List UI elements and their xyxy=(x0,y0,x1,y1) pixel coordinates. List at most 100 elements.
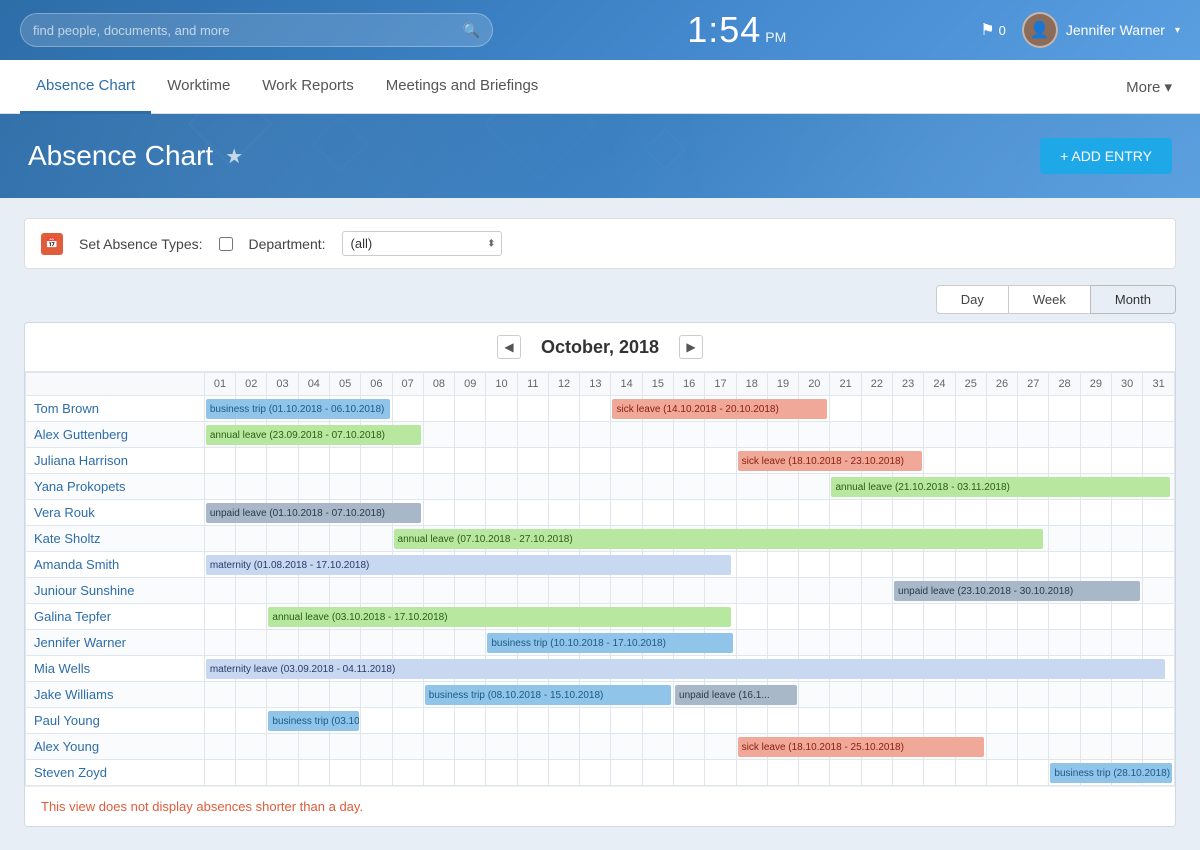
day-cell xyxy=(1111,526,1142,552)
day-cell xyxy=(861,422,892,448)
day-cell xyxy=(298,448,329,474)
person-name-jake-williams[interactable]: Jake Williams xyxy=(26,682,205,708)
leave-bar[interactable]: unpaid leave (01.10.2018 - 07.10.2018) xyxy=(206,503,421,523)
day-cell xyxy=(861,552,892,578)
day-cell xyxy=(986,552,1017,578)
day-cell xyxy=(267,526,298,552)
day-cell xyxy=(674,422,705,448)
day-cell xyxy=(1111,422,1142,448)
day-cell xyxy=(1049,552,1080,578)
day-cell xyxy=(1018,448,1049,474)
view-week-button[interactable]: Week xyxy=(1008,285,1091,314)
person-name-alex-young[interactable]: Alex Young xyxy=(26,734,205,760)
day-cell xyxy=(674,448,705,474)
leave-bar[interactable]: unpaid leave (16.1... xyxy=(675,685,797,705)
day-cell xyxy=(236,448,267,474)
day-cell xyxy=(329,734,360,760)
day-cell: sick leave (14.10.2018 - 20.10.2018) xyxy=(611,396,642,422)
leave-bar[interactable]: sick leave (18.10.2018 - 23.10.2018) xyxy=(738,451,922,471)
day-cell xyxy=(392,734,423,760)
day-cell: annual leave (21.10.2018 - 03.11.2018) xyxy=(830,474,861,500)
day-cell xyxy=(955,552,986,578)
day-cell: business trip (03.10.2018) xyxy=(267,708,298,734)
person-name-juliana-harrison[interactable]: Juliana Harrison xyxy=(26,448,205,474)
search-input[interactable] xyxy=(33,23,463,38)
day-cell xyxy=(611,760,642,786)
day-cell xyxy=(893,396,924,422)
day-cell xyxy=(830,682,861,708)
add-entry-button[interactable]: + ADD ENTRY xyxy=(1040,138,1172,174)
leave-bar[interactable]: annual leave (23.09.2018 - 07.10.2018) xyxy=(206,425,421,445)
leave-bar[interactable]: maternity leave (03.09.2018 - 04.11.2018… xyxy=(206,659,1165,679)
day-cell xyxy=(705,734,736,760)
day-col-header-10: 10 xyxy=(486,373,517,396)
person-name-yana-prokopets[interactable]: Yana Prokopets xyxy=(26,474,205,500)
day-cell xyxy=(1018,630,1049,656)
person-name-alex-guttenberg[interactable]: Alex Guttenberg xyxy=(26,422,205,448)
view-month-button[interactable]: Month xyxy=(1090,285,1176,314)
day-cell xyxy=(830,604,861,630)
day-cell xyxy=(955,396,986,422)
day-cell xyxy=(580,578,611,604)
leave-bar[interactable]: business trip (10.10.2018 - 17.10.2018) xyxy=(487,633,733,653)
day-cell xyxy=(1049,448,1080,474)
tab-meetings-briefings[interactable]: Meetings and Briefings xyxy=(370,60,555,114)
tab-work-reports[interactable]: Work Reports xyxy=(246,60,369,114)
day-cell xyxy=(423,708,454,734)
day-cell xyxy=(893,630,924,656)
leave-bar[interactable]: unpaid leave (23.10.2018 - 30.10.2018) xyxy=(894,581,1140,601)
leave-bar[interactable]: business trip (08.10.2018 - 15.10.2018) xyxy=(425,685,671,705)
person-name-galina-tepfer[interactable]: Galina Tepfer xyxy=(26,604,205,630)
user-area[interactable]: 👤 Jennifer Warner ▾ xyxy=(1022,12,1180,48)
day-cell xyxy=(955,500,986,526)
person-name-tom-brown[interactable]: Tom Brown xyxy=(26,396,205,422)
flag-badge[interactable]: ⚑ 0 xyxy=(980,20,1006,40)
day-cell xyxy=(1143,552,1175,578)
leave-bar[interactable]: business trip (03.10.2018) xyxy=(268,711,359,731)
day-cell: unpaid leave (01.10.2018 - 07.10.2018) xyxy=(204,500,235,526)
leave-bar[interactable]: business trip (28.10.2018) xyxy=(1050,763,1172,783)
leave-bar[interactable]: sick leave (18.10.2018 - 25.10.2018) xyxy=(738,737,984,757)
tab-absence-chart[interactable]: Absence Chart xyxy=(20,60,151,114)
next-month-button[interactable]: ▶ xyxy=(679,335,703,359)
person-name-amanda-smith[interactable]: Amanda Smith xyxy=(26,552,205,578)
day-cell xyxy=(611,500,642,526)
department-select[interactable]: (all) xyxy=(342,231,502,256)
day-cell xyxy=(236,708,267,734)
person-name-kate-sholtz[interactable]: Kate Sholtz xyxy=(26,526,205,552)
leave-bar[interactable]: annual leave (07.10.2018 - 27.10.2018) xyxy=(394,529,1043,549)
leave-bar[interactable]: maternity (01.08.2018 - 17.10.2018) xyxy=(206,555,731,575)
leave-bar[interactable]: business trip (01.10.2018 - 06.10.2018) xyxy=(206,399,390,419)
leave-bar[interactable]: annual leave (21.10.2018 - 03.11.2018) xyxy=(831,477,1170,497)
day-cell xyxy=(204,682,235,708)
person-name-juniour-sunshine[interactable]: Juniour Sunshine xyxy=(26,578,205,604)
person-name-steven-zoyd[interactable]: Steven Zoyd xyxy=(26,760,205,786)
leave-bar[interactable]: sick leave (14.10.2018 - 20.10.2018) xyxy=(612,399,827,419)
day-col-header-22: 22 xyxy=(861,373,892,396)
prev-month-button[interactable]: ◀ xyxy=(497,335,521,359)
calendar-header: ◀ October, 2018 ▶ xyxy=(25,323,1175,372)
clock-time: 1:54 xyxy=(687,9,761,51)
department-select-wrapper[interactable]: (all) xyxy=(342,231,502,256)
view-day-button[interactable]: Day xyxy=(936,285,1009,314)
day-cell xyxy=(986,760,1017,786)
person-name-paul-young[interactable]: Paul Young xyxy=(26,708,205,734)
day-cell xyxy=(580,708,611,734)
day-col-header-19: 19 xyxy=(767,373,798,396)
person-name-jennifer-warner[interactable]: Jennifer Warner xyxy=(26,630,205,656)
absence-types-checkbox[interactable] xyxy=(219,237,233,251)
day-cell xyxy=(1018,422,1049,448)
favorite-star-icon[interactable]: ★ xyxy=(225,144,243,169)
day-cell xyxy=(893,708,924,734)
day-col-header-17: 17 xyxy=(705,373,736,396)
search-box[interactable]: 🔍 xyxy=(20,13,493,47)
person-name-mia-wells[interactable]: Mia Wells xyxy=(26,656,205,682)
tab-worktime[interactable]: Worktime xyxy=(151,60,246,114)
leave-bar[interactable]: annual leave (03.10.2018 - 17.10.2018) xyxy=(268,607,731,627)
day-col-header-29: 29 xyxy=(1080,373,1111,396)
day-cell xyxy=(924,682,955,708)
more-button[interactable]: More ▾ xyxy=(1118,78,1180,96)
day-cell xyxy=(1018,552,1049,578)
person-name-vera-rouk[interactable]: Vera Rouk xyxy=(26,500,205,526)
day-cell xyxy=(236,760,267,786)
